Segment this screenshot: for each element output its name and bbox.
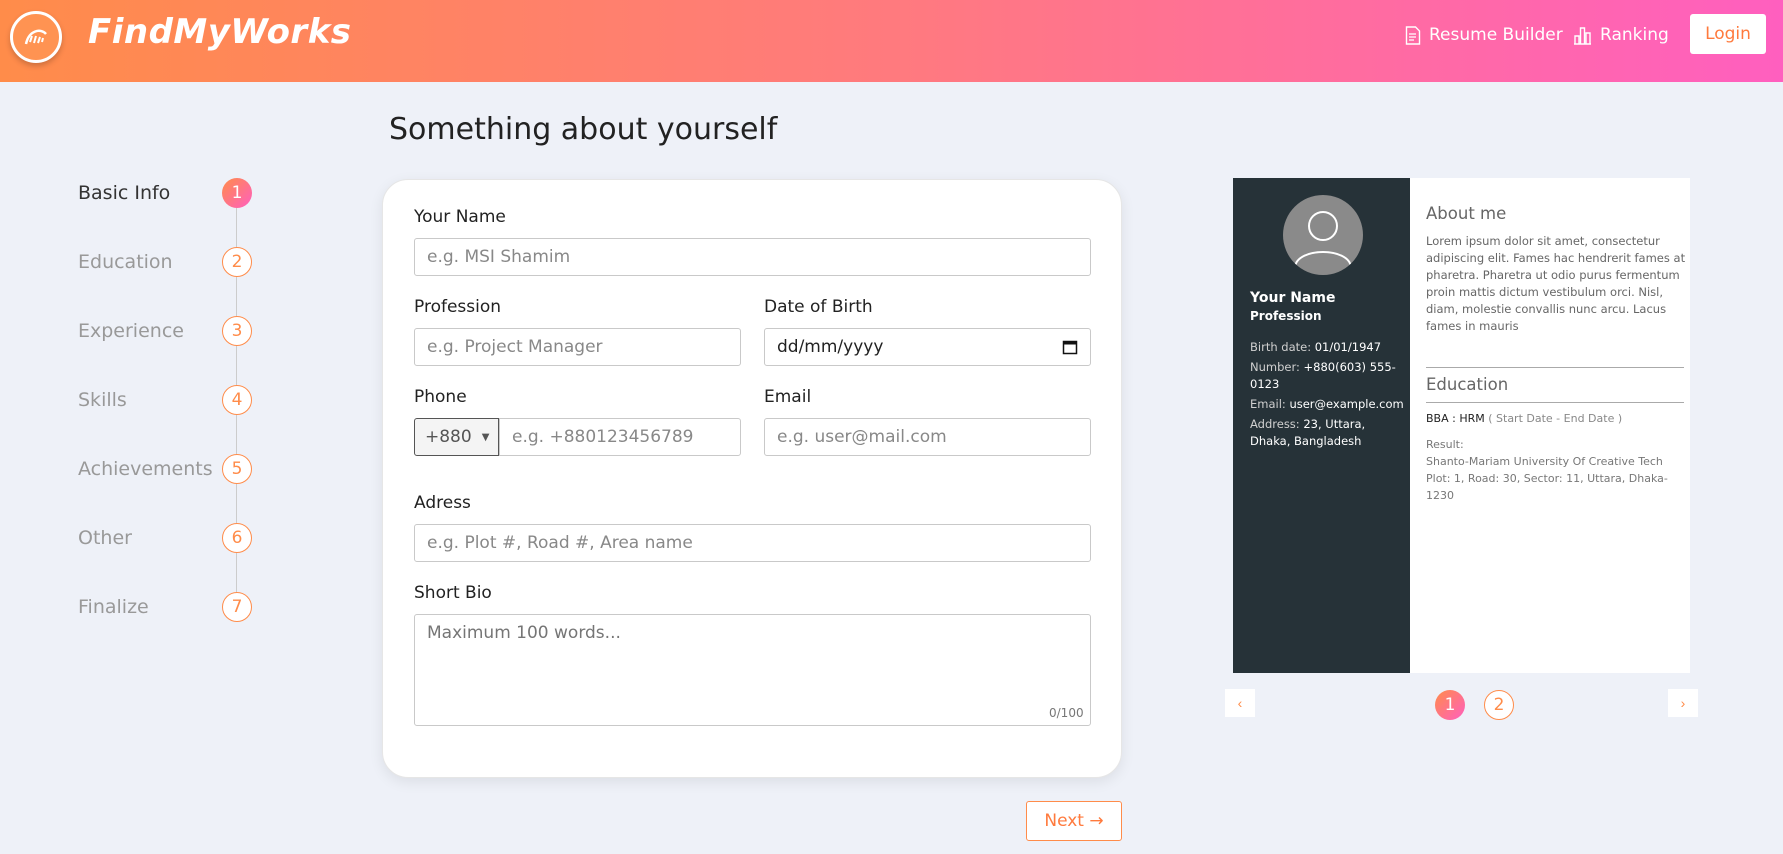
step-label: Skills	[78, 389, 127, 411]
profession-input[interactable]	[414, 328, 741, 366]
about-text: Lorem ipsum dolor sit amet, consectetur …	[1426, 234, 1686, 333]
step-experience[interactable]: Experience 3	[78, 316, 253, 346]
page-2-button[interactable]: 2	[1484, 690, 1514, 720]
nav-resume-builder-label: Resume Builder	[1429, 25, 1563, 45]
bio-label: Short Bio	[414, 583, 492, 603]
country-code-select[interactable]: +880 ▼	[414, 418, 499, 456]
dob-label: Date of Birth	[764, 297, 873, 317]
address-input[interactable]	[414, 524, 1091, 562]
page-title: Something about yourself	[389, 112, 778, 147]
birth-date-value: 01/01/1947	[1314, 340, 1382, 354]
divider	[1426, 402, 1684, 403]
preview-birth-date: Birth date: 01/01/1947	[1250, 339, 1405, 356]
address-label: Adress	[414, 493, 471, 513]
dob-value: dd/mm/yyyy	[777, 337, 884, 357]
step-number: 7	[222, 592, 252, 622]
step-basic-info[interactable]: Basic Info 1	[78, 178, 253, 208]
step-label: Achievements	[78, 458, 213, 480]
email-label: Email	[764, 387, 812, 407]
institution-address: Plot: 1, Road: 30, Sector: 11, Uttara, D…	[1426, 472, 1668, 502]
login-button[interactable]: Login	[1690, 14, 1766, 54]
avatar	[1283, 195, 1363, 275]
top-nav-bar: FindMyWorks Resume Builder Ranking Login	[0, 0, 1783, 82]
birth-date-label: Birth date:	[1250, 340, 1315, 354]
education-degree-line: BBA : HRM ( Start Date - End Date )	[1426, 410, 1686, 427]
email-label: Email:	[1250, 397, 1290, 411]
step-number: 5	[222, 454, 252, 484]
preview-profession: Profession	[1250, 309, 1322, 323]
step-label: Education	[78, 251, 173, 273]
prev-page-button[interactable]: ‹	[1225, 689, 1255, 717]
degree: BBA : HRM	[1426, 412, 1485, 425]
step-achievements[interactable]: Achievements 5	[78, 454, 253, 484]
step-label: Finalize	[78, 596, 149, 618]
divider	[1426, 367, 1684, 368]
step-number: 1	[222, 178, 252, 208]
page-1-button[interactable]: 1	[1435, 690, 1465, 720]
step-label: Basic Info	[78, 182, 171, 204]
step-education[interactable]: Education 2	[78, 247, 253, 277]
step-label: Other	[78, 527, 132, 549]
step-label: Experience	[78, 320, 184, 342]
bar-chart-icon	[1574, 26, 1591, 45]
resume-sidebar: Your Name Profession Birth date: 01/01/1…	[1233, 178, 1410, 673]
preview-number: Number: +880(603) 555-0123	[1250, 359, 1405, 393]
number-label: Number:	[1250, 360, 1304, 374]
step-finalize[interactable]: Finalize 7	[78, 592, 253, 622]
step-number: 2	[222, 247, 252, 277]
resume-preview: Your Name Profession Birth date: 01/01/1…	[1233, 178, 1690, 673]
brand-name[interactable]: FindMyWorks	[88, 12, 352, 52]
document-icon	[1405, 25, 1421, 45]
preview-name: Your Name	[1250, 290, 1336, 306]
email-input[interactable]	[764, 418, 1091, 456]
education-heading: Education	[1426, 375, 1509, 394]
logo-icon[interactable]	[10, 11, 62, 63]
address-label: Address:	[1250, 417, 1304, 431]
nav-resume-builder[interactable]: Resume Builder	[1405, 23, 1563, 47]
result-label: Result:	[1426, 438, 1464, 451]
step-other[interactable]: Other 6	[78, 523, 253, 553]
step-number: 6	[222, 523, 252, 553]
preview-address: Address: 23, Uttara, Dhaka, Bangladesh	[1250, 416, 1405, 450]
bio-textarea[interactable]	[414, 614, 1091, 726]
bio-word-counter: 0/100	[1049, 706, 1084, 720]
step-skills[interactable]: Skills 4	[78, 385, 253, 415]
country-code-value: +880	[425, 427, 472, 447]
preview-email: Email: user@example.com	[1250, 396, 1405, 413]
date-range: ( Start Date - End Date )	[1488, 412, 1623, 425]
nav-ranking[interactable]: Ranking	[1573, 23, 1669, 47]
step-number: 3	[222, 316, 252, 346]
step-number: 4	[222, 385, 252, 415]
name-label: Your Name	[414, 207, 506, 227]
caret-down-icon: ▼	[481, 431, 490, 443]
dob-input[interactable]: dd/mm/yyyy	[764, 328, 1091, 366]
about-heading: About me	[1426, 204, 1507, 223]
phone-input[interactable]	[499, 418, 741, 456]
basic-info-form: Your Name Profession Date of Birth dd/mm…	[382, 179, 1122, 778]
phone-label: Phone	[414, 387, 467, 407]
name-input[interactable]	[414, 238, 1091, 276]
institution: Shanto-Mariam University Of Creative Tec…	[1426, 455, 1663, 468]
email-value: user@example.com	[1289, 397, 1404, 411]
calendar-icon[interactable]	[1062, 339, 1078, 355]
next-button[interactable]: Next →	[1026, 801, 1122, 841]
profession-label: Profession	[414, 297, 502, 317]
nav-ranking-label: Ranking	[1600, 25, 1669, 45]
next-page-button[interactable]: ›	[1668, 689, 1698, 717]
